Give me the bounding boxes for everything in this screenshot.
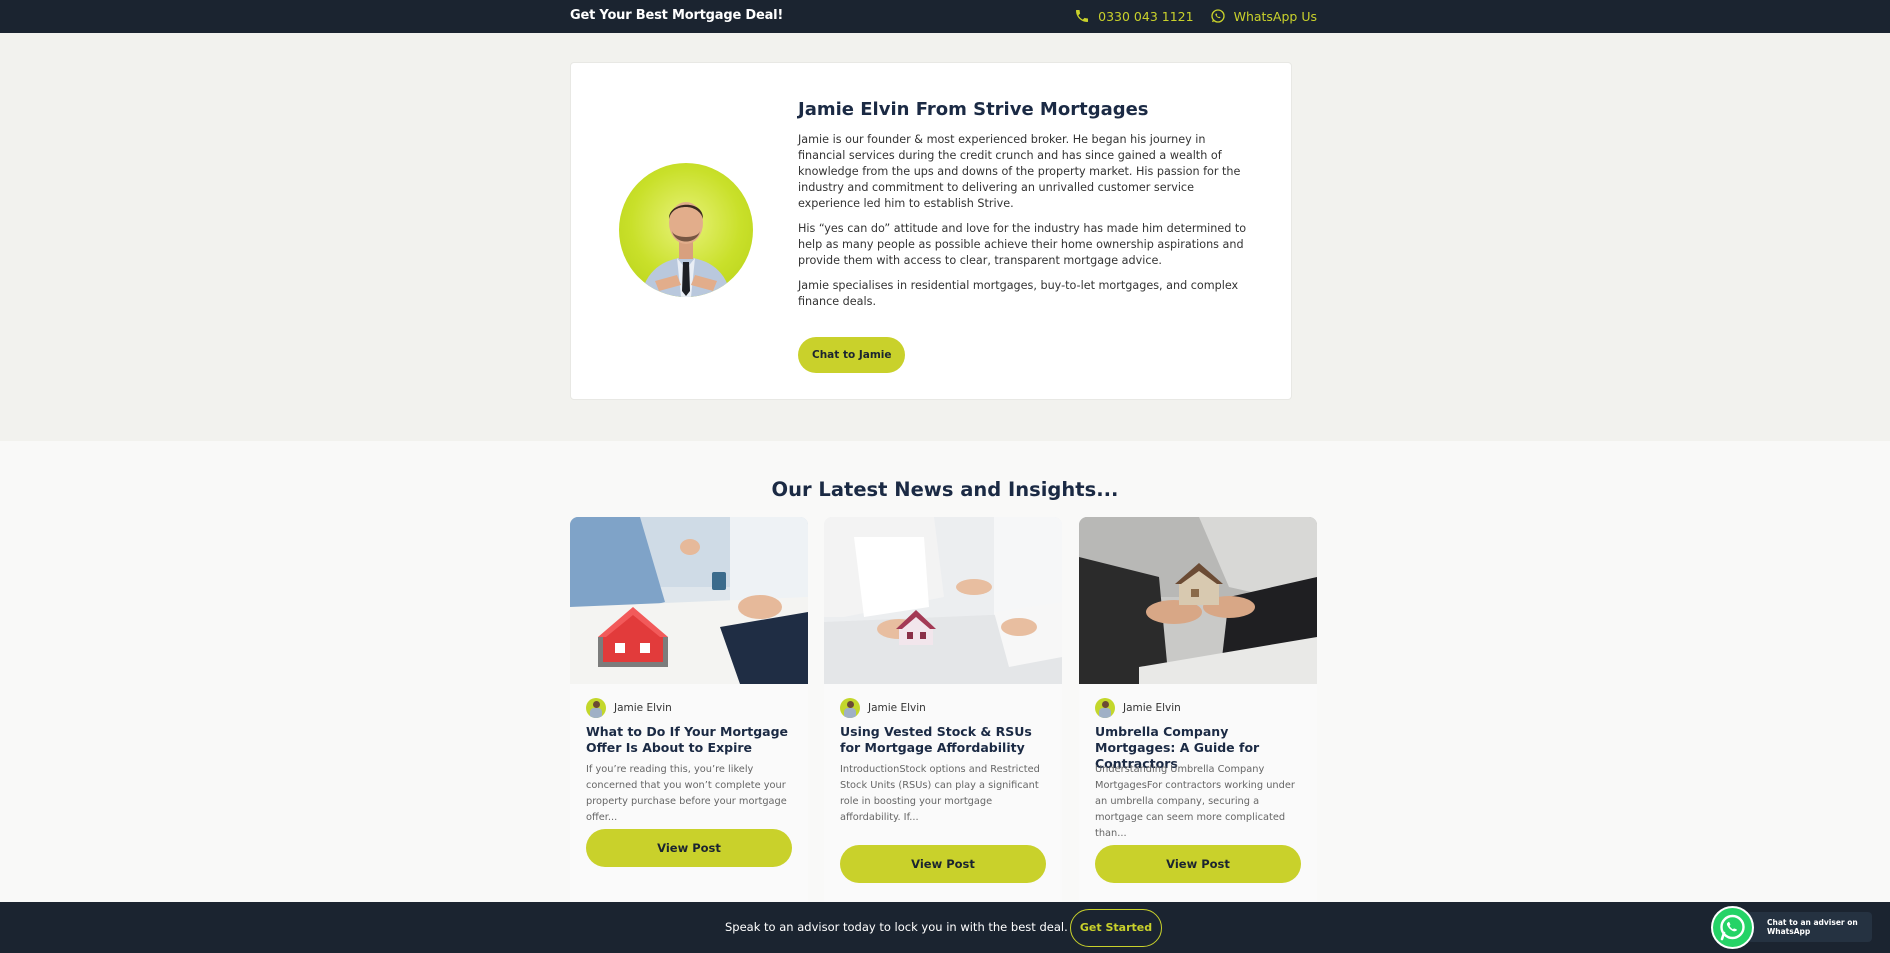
whatsapp-icon [1210,8,1226,24]
whatsapp-link[interactable]: WhatsApp Us [1210,8,1317,24]
post-excerpt: IntroductionStock options and Restricted… [840,764,1040,823]
post-author: Jamie Elvin [586,698,672,718]
author-name: Jamie Elvin [1123,702,1181,714]
phone-link[interactable]: 0330 043 1121 [1074,8,1194,24]
post-author: Jamie Elvin [840,698,926,718]
post-excerpt: If you’re reading this, you’re likely co… [586,764,787,823]
phone-icon [1074,8,1090,24]
post-title[interactable]: Using Vested Stock & RSUs for Mortgage A… [840,724,1050,756]
top-bar-tagline: Get Your Best Mortgage Deal! [570,8,784,23]
news-card: Jamie Elvin What to Do If Your Mortgage … [570,517,808,907]
news-section-title: Our Latest News and Insights... [771,478,1119,501]
top-bar-contact: 0330 043 1121 WhatsApp Us [1074,8,1317,24]
post-thumbnail[interactable] [570,517,808,684]
author-avatar [586,698,606,718]
view-post-button[interactable]: View Post [840,845,1046,883]
news-card: Jamie Elvin Using Vested Stock & RSUs fo… [824,517,1062,907]
profile-text: Jamie Elvin From Strive Mortgages Jamie … [798,99,1248,373]
post-title[interactable]: What to Do If Your Mortgage Offer Is Abo… [586,724,796,756]
author-name: Jamie Elvin [868,702,926,714]
view-post-button[interactable]: View Post [586,829,792,867]
post-thumbnail[interactable] [824,517,1062,684]
get-started-button[interactable]: Get Started [1070,909,1162,947]
profile-card: Jamie Elvin From Strive Mortgages Jamie … [570,62,1292,400]
whatsapp-label: WhatsApp Us [1233,8,1317,24]
phone-number: 0330 043 1121 [1098,8,1194,24]
profile-paragraph: Jamie specialises in residential mortgag… [798,279,1239,308]
profile-paragraph: Jamie is our founder & most experienced … [798,133,1241,210]
top-bar: Get Your Best Mortgage Deal! 0330 043 11… [0,0,1890,33]
view-post-button[interactable]: View Post [1095,845,1301,883]
sticky-cta-bar: Speak to an advisor today to lock you in… [0,902,1890,953]
profile-paragraph: His “yes can do” attitude and love for t… [798,222,1247,267]
author-name: Jamie Elvin [614,702,672,714]
whatsapp-widget-label: Chat to an adviser on WhatsApp [1747,912,1872,942]
profile-section: Jamie Elvin From Strive Mortgages Jamie … [0,33,1890,441]
post-author: Jamie Elvin [1095,698,1181,718]
cta-message: Speak to an advisor today to lock you in… [725,920,1068,934]
author-avatar [840,698,860,718]
jamie-photo [619,163,753,297]
post-thumbnail[interactable] [1079,517,1317,684]
profile-title: Jamie Elvin From Strive Mortgages [798,99,1149,120]
whatsapp-icon[interactable] [1711,906,1754,949]
chat-to-jamie-button[interactable]: Chat to Jamie [798,337,906,373]
post-excerpt: Understanding Umbrella Company Mortgages… [1095,764,1295,839]
news-card: Jamie Elvin Umbrella Company Mortgages: … [1079,517,1317,907]
author-avatar [1095,698,1115,718]
